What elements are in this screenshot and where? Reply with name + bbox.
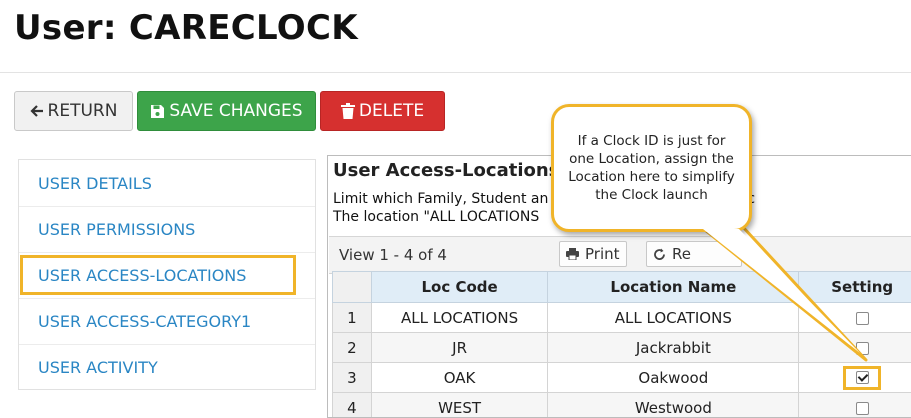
sidebar-item-label: USER ACCESS-CATEGORY1 xyxy=(38,312,252,331)
table-row[interactable]: 3 OAK Oakwood xyxy=(332,362,911,393)
setting-cell xyxy=(798,392,911,417)
callout-tooltip: If a Clock ID is just for one Location, … xyxy=(551,104,752,232)
table-row[interactable]: 2 JR Jackrabbit xyxy=(332,332,911,363)
table-row[interactable]: 4 WEST Westwood xyxy=(332,392,911,417)
sidebar-item-user-activity[interactable]: USER ACTIVITY xyxy=(19,344,315,390)
setting-header[interactable]: Setting xyxy=(798,271,911,303)
loc-code-header[interactable]: Loc Code xyxy=(370,271,549,303)
refresh-button[interactable]: Re xyxy=(646,241,742,267)
location-name-header[interactable]: Location Name xyxy=(547,271,800,303)
row-number-header xyxy=(332,271,372,303)
sidebar-item-user-access-locations[interactable]: USER ACCESS-LOCATIONS xyxy=(19,252,315,298)
panel-title: User Access-Locations xyxy=(333,160,560,181)
sidebar-item-label: USER PERMISSIONS xyxy=(38,220,196,239)
view-count: View 1 - 4 of 4 xyxy=(339,246,447,264)
return-button-label: RETURN xyxy=(47,101,118,121)
return-button[interactable]: RETURN xyxy=(14,91,133,131)
print-button-label: Print xyxy=(585,245,620,263)
setting-checkbox[interactable] xyxy=(855,371,869,384)
refresh-button-label: Re xyxy=(672,245,691,263)
refresh-icon xyxy=(653,248,666,261)
print-button[interactable]: Print xyxy=(559,241,627,267)
setting-cell xyxy=(798,332,911,363)
loc-code-cell: JR xyxy=(370,332,549,363)
title-divider xyxy=(0,72,911,73)
row-number: 2 xyxy=(332,332,372,363)
callout-text: If a Clock ID is just for one Location, … xyxy=(568,133,735,203)
row-number: 3 xyxy=(332,362,372,393)
trash-icon xyxy=(340,103,355,119)
row-number: 4 xyxy=(332,392,372,417)
save-changes-button-label: SAVE CHANGES xyxy=(169,101,303,121)
table-row[interactable]: 1 ALL LOCATIONS ALL LOCATIONS xyxy=(332,302,911,333)
arrow-left-icon xyxy=(29,104,44,118)
sidebar-nav: USER DETAILS USER PERMISSIONS USER ACCES… xyxy=(18,159,316,390)
loc-code-cell: OAK xyxy=(370,362,549,393)
row-number: 1 xyxy=(332,302,372,333)
sidebar-item-user-access-category1[interactable]: USER ACCESS-CATEGORY1 xyxy=(19,298,315,344)
delete-button-label: DELETE xyxy=(358,101,425,121)
setting-checkbox[interactable] xyxy=(855,341,869,355)
setting-cell xyxy=(798,362,911,393)
location-name-cell: Westwood xyxy=(547,392,800,417)
save-changes-button[interactable]: SAVE CHANGES xyxy=(137,91,316,131)
sidebar-item-label: USER ACCESS-LOCATIONS xyxy=(38,266,247,285)
setting-cell xyxy=(798,302,911,333)
setting-checkbox-highlight xyxy=(843,365,882,390)
grid-toolbar: View 1 - 4 of 4 Print Re xyxy=(329,236,911,274)
setting-checkbox[interactable] xyxy=(855,311,869,325)
page-title: User: CARECLOCK xyxy=(14,8,358,48)
sidebar-item-user-permissions[interactable]: USER PERMISSIONS xyxy=(19,206,315,252)
floppy-disk-icon xyxy=(150,104,165,119)
location-name-cell: ALL LOCATIONS xyxy=(547,302,800,333)
loc-code-cell: ALL LOCATIONS xyxy=(370,302,549,333)
sidebar-item-label: USER DETAILS xyxy=(38,173,152,193)
printer-icon xyxy=(566,248,579,260)
delete-button[interactable]: DELETE xyxy=(320,91,445,131)
sidebar-item-label: USER ACTIVITY xyxy=(38,358,158,377)
loc-code-cell: WEST xyxy=(370,392,549,417)
location-name-cell: Jackrabbit xyxy=(547,332,800,363)
setting-checkbox[interactable] xyxy=(855,401,869,415)
location-name-cell: Oakwood xyxy=(547,362,800,393)
sidebar-item-user-details[interactable]: USER DETAILS xyxy=(19,160,315,206)
locations-table: Loc Code Location Name Setting 1 ALL LOC… xyxy=(332,271,911,417)
